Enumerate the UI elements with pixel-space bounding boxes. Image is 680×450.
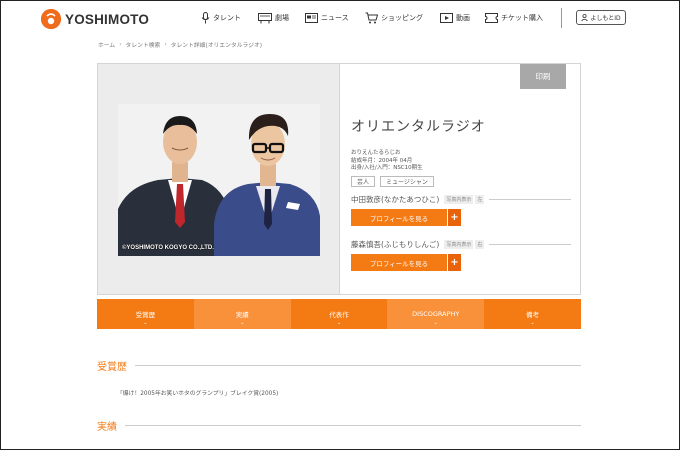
- member-row: 藤森慎吾(ふじもりしんご) 写真内表示 右: [351, 238, 571, 250]
- nav-shopping[interactable]: ショッピング: [365, 11, 423, 25]
- talent-reading: おりえんたるらじお: [351, 150, 401, 156]
- chevron-down-icon: ⌄: [143, 320, 148, 326]
- chevron-down-icon: ⌄: [240, 320, 245, 326]
- news-icon: [305, 13, 318, 23]
- member-position: 左: [475, 194, 485, 204]
- tab-discography-label: DISCOGRAPHY: [412, 310, 460, 318]
- theater-icon: [258, 12, 272, 23]
- photo-panel: ©YOSHIMOTO KOGYO CO.,LTD.: [98, 64, 340, 294]
- chevron-right-icon: ›: [119, 41, 122, 48]
- yoshimoto-logo[interactable]: YOSHIMOTO: [41, 9, 149, 29]
- nav-divider: [561, 8, 562, 28]
- genre-tags: 芸人 ミュージシャン: [351, 176, 439, 187]
- plus-icon: +: [447, 254, 461, 271]
- ticket-icon: [485, 13, 498, 23]
- nav-talent-label: タレント: [213, 14, 241, 22]
- photo-copyright: ©YOSHIMOTO KOGYO CO.,LTD.: [122, 245, 214, 251]
- member-position: 右: [475, 239, 485, 249]
- breadcrumb-talent-search[interactable]: タレント検索: [126, 40, 161, 49]
- talent-meta: おりえんたるらじお 結成年月：2004年 04月 出身/入社/入門：NSC10期…: [351, 150, 423, 173]
- tab-awards[interactable]: 受賞歴 ⌄: [97, 299, 194, 329]
- site-header: YOSHIMOTO タレント 劇場 ニュース ショッピング 動画 チケット購入: [0, 0, 680, 36]
- video-icon: [440, 13, 453, 23]
- member-photo-label: 写真内表示: [444, 239, 474, 249]
- tag-musician[interactable]: ミュージシャン: [380, 176, 434, 187]
- awards-section-heading: 受賞歴: [97, 358, 581, 373]
- breadcrumb-home[interactable]: ホーム: [98, 40, 115, 49]
- tab-notes[interactable]: 備考 ⌄: [484, 299, 581, 329]
- plus-icon: +: [447, 209, 461, 226]
- talent-photo: ©YOSHIMOTO KOGYO CO.,LTD.: [118, 104, 320, 256]
- logo-mark-icon: [41, 9, 61, 29]
- chevron-down-icon: ⌄: [530, 320, 535, 326]
- cart-icon: [365, 12, 378, 24]
- view-profile-button-fujimori[interactable]: プロフィールを見る +: [351, 254, 461, 271]
- tag-comedian[interactable]: 芸人: [351, 176, 376, 187]
- tab-results-label: 実績: [235, 311, 249, 319]
- print-button[interactable]: 印刷: [520, 64, 566, 89]
- member-fujimori: 藤森慎吾(ふじもりしんご) 写真内表示 右 プロフィールを見る +: [351, 238, 571, 271]
- tab-discography[interactable]: DISCOGRAPHY ⌄: [387, 299, 485, 329]
- divider: [489, 198, 571, 200]
- tab-representative-works[interactable]: 代表作 ⌄: [290, 299, 388, 329]
- user-icon: [581, 14, 589, 21]
- member-photo-label: 写真内表示: [444, 194, 474, 204]
- view-profile-label: プロフィールを見る: [369, 259, 429, 268]
- tab-notes-label: 備考: [526, 311, 540, 319]
- chevron-down-icon: ⌄: [336, 320, 342, 326]
- results-title: 実績: [97, 422, 117, 433]
- section-tabs: 受賞歴 ⌄ 実績 ⌄ 代表作 ⌄ DISCOGRAPHY ⌄ 備考 ⌄: [97, 299, 581, 329]
- chevron-down-icon: ⌄: [433, 320, 438, 326]
- nav-news-label: ニュース: [321, 14, 349, 22]
- member-name: 中田敦彦(なかたあつひこ): [351, 194, 440, 204]
- view-profile-label: プロフィールを見る: [369, 214, 429, 223]
- talent-origin: 出身/入社/入門：NSC10期生: [351, 165, 423, 172]
- breadcrumb: ホーム › タレント検索 › タレント詳細(オリエンタルラジオ): [98, 40, 263, 50]
- yoshimoto-id-button[interactable]: よしもとID: [576, 10, 626, 25]
- member-row: 中田敦彦(なかたあつひこ) 写真内表示 左: [351, 193, 571, 205]
- nav-ticket[interactable]: チケット購入: [485, 11, 543, 25]
- tab-results[interactable]: 実績 ⌄: [193, 299, 291, 329]
- divider: [125, 425, 581, 426]
- logo-text: YOSHIMOTO: [65, 11, 150, 27]
- talent-name: オリエンタルラジオ: [351, 119, 486, 135]
- nav-theater[interactable]: 劇場: [258, 11, 289, 25]
- nav-shopping-label: ショッピング: [381, 14, 423, 22]
- nav-talent[interactable]: タレント: [201, 11, 241, 25]
- divider: [135, 365, 581, 366]
- nav-video[interactable]: 動画: [440, 11, 470, 25]
- member-nakata: 中田敦彦(なかたあつひこ) 写真内表示 左 プロフィールを見る +: [351, 193, 571, 226]
- nav-news[interactable]: ニュース: [305, 11, 349, 25]
- yoshimoto-id-label: よしもとID: [590, 15, 621, 22]
- nav-theater-label: 劇場: [275, 14, 289, 22]
- nav-ticket-label: チケット購入: [501, 14, 543, 22]
- divider: [489, 243, 571, 245]
- chevron-right-icon: ›: [164, 41, 167, 48]
- breadcrumb-current: タレント詳細(オリエンタルラジオ): [170, 43, 263, 49]
- tab-awards-label: 受賞歴: [135, 311, 156, 319]
- tab-works-label: 代表作: [329, 311, 349, 319]
- results-section-heading: 実績: [97, 418, 581, 433]
- talent-profile-card: ©YOSHIMOTO KOGYO CO.,LTD. 印刷 オリエンタルラジオ お…: [97, 63, 581, 295]
- member-name: 藤森慎吾(ふじもりしんご): [351, 239, 440, 249]
- nav-video-label: 動画: [456, 14, 470, 22]
- view-profile-button-nakata[interactable]: プロフィールを見る +: [351, 209, 461, 226]
- mic-icon: [201, 12, 210, 24]
- awards-title: 受賞歴: [97, 362, 127, 373]
- award-item: 「爆け！2005年お笑いホタのグランプリ」ブレイク賞(2005): [117, 391, 279, 397]
